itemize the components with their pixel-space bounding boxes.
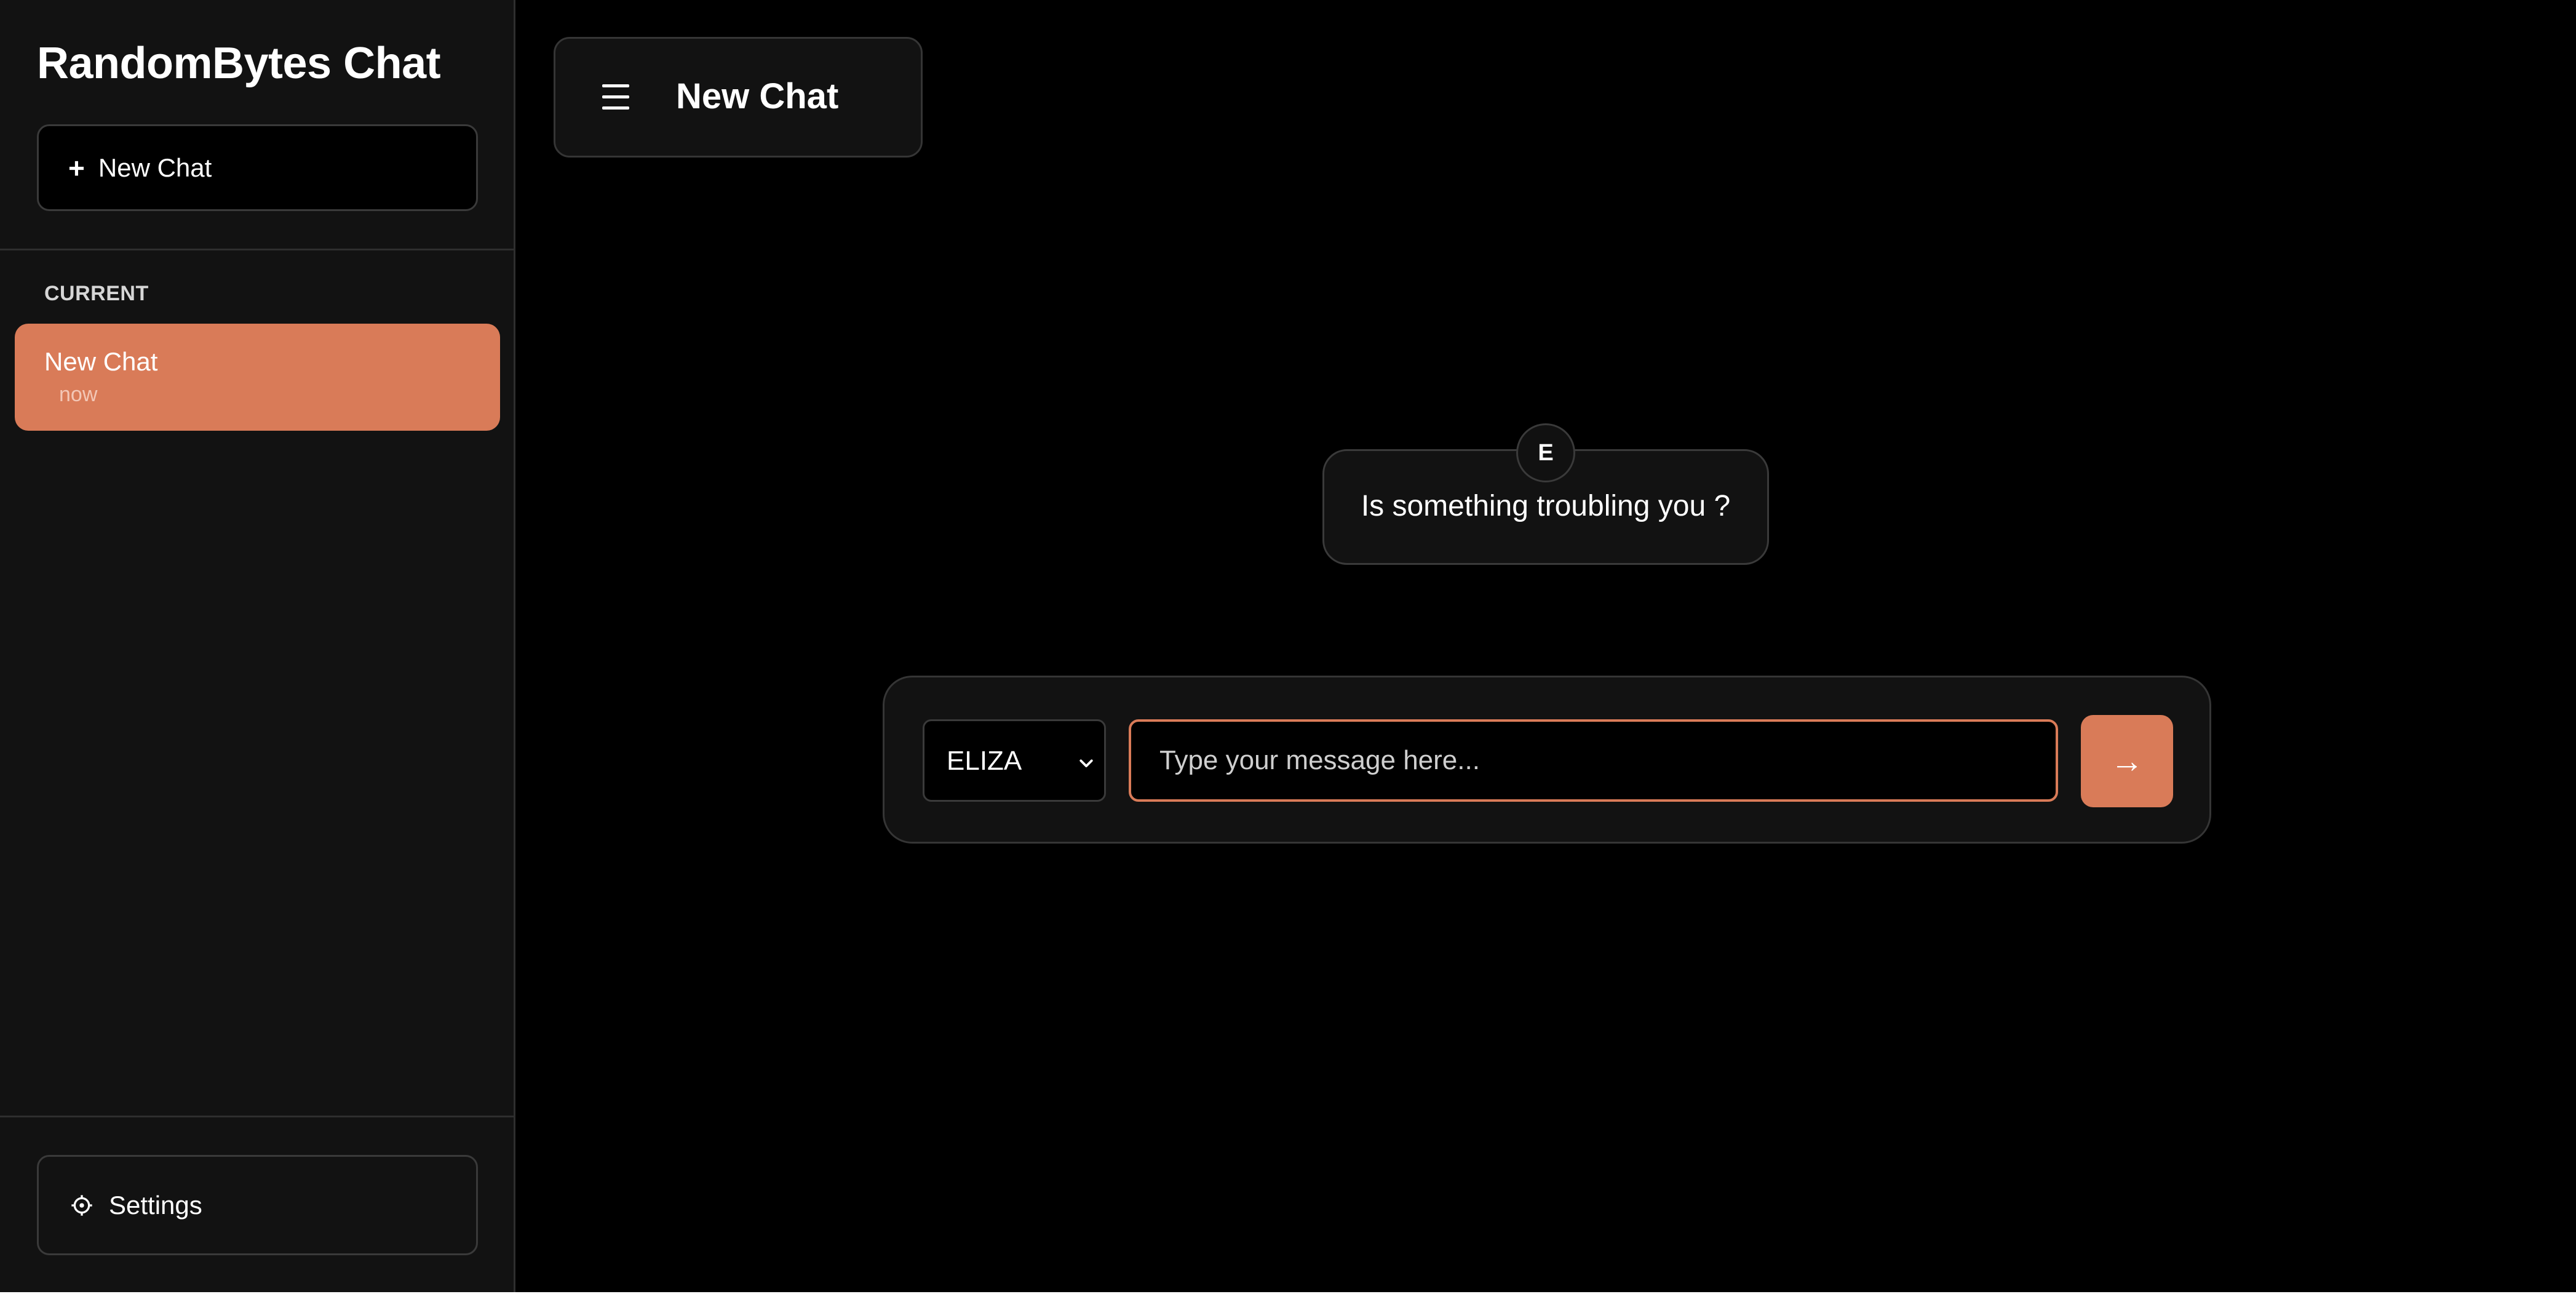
sidebar-divider-top (0, 249, 514, 250)
chat-header: New Chat (554, 37, 923, 158)
chevron-down-icon (1079, 759, 1093, 767)
chat-item-time: now (59, 383, 98, 406)
message-input[interactable] (1129, 719, 2058, 802)
new-chat-button[interactable]: + New Chat (37, 124, 478, 211)
send-button[interactable]: → (2081, 715, 2173, 807)
new-chat-label: New Chat (98, 153, 212, 182)
app-root: RandomBytes Chat + New Chat CURRENT New … (0, 0, 2576, 1292)
arrow-right-icon: → (2110, 743, 2144, 780)
chat-title: New Chat (676, 76, 839, 116)
model-select-value: ELIZA (947, 746, 1022, 776)
settings-button[interactable]: Settings (37, 1155, 478, 1255)
plus-icon: + (68, 151, 85, 184)
chat-item-title: New Chat (44, 347, 158, 376)
sidebar-chat-item[interactable]: New Chat now (15, 324, 500, 431)
gear-icon (71, 1194, 92, 1216)
avatar: E (1516, 423, 1575, 482)
sidebar: RandomBytes Chat + New Chat CURRENT New … (0, 0, 515, 1292)
model-select[interactable]: ELIZA (923, 719, 1106, 802)
message-composer: ELIZA → (883, 676, 2211, 844)
hamburger-menu-icon[interactable] (602, 83, 629, 111)
section-label-current: CURRENT (44, 282, 149, 305)
settings-label: Settings (109, 1190, 202, 1220)
sidebar-divider-bottom (0, 1116, 514, 1117)
app-title: RandomBytes Chat (37, 39, 441, 88)
message-text: Is something troubling you ? (1361, 490, 1731, 522)
